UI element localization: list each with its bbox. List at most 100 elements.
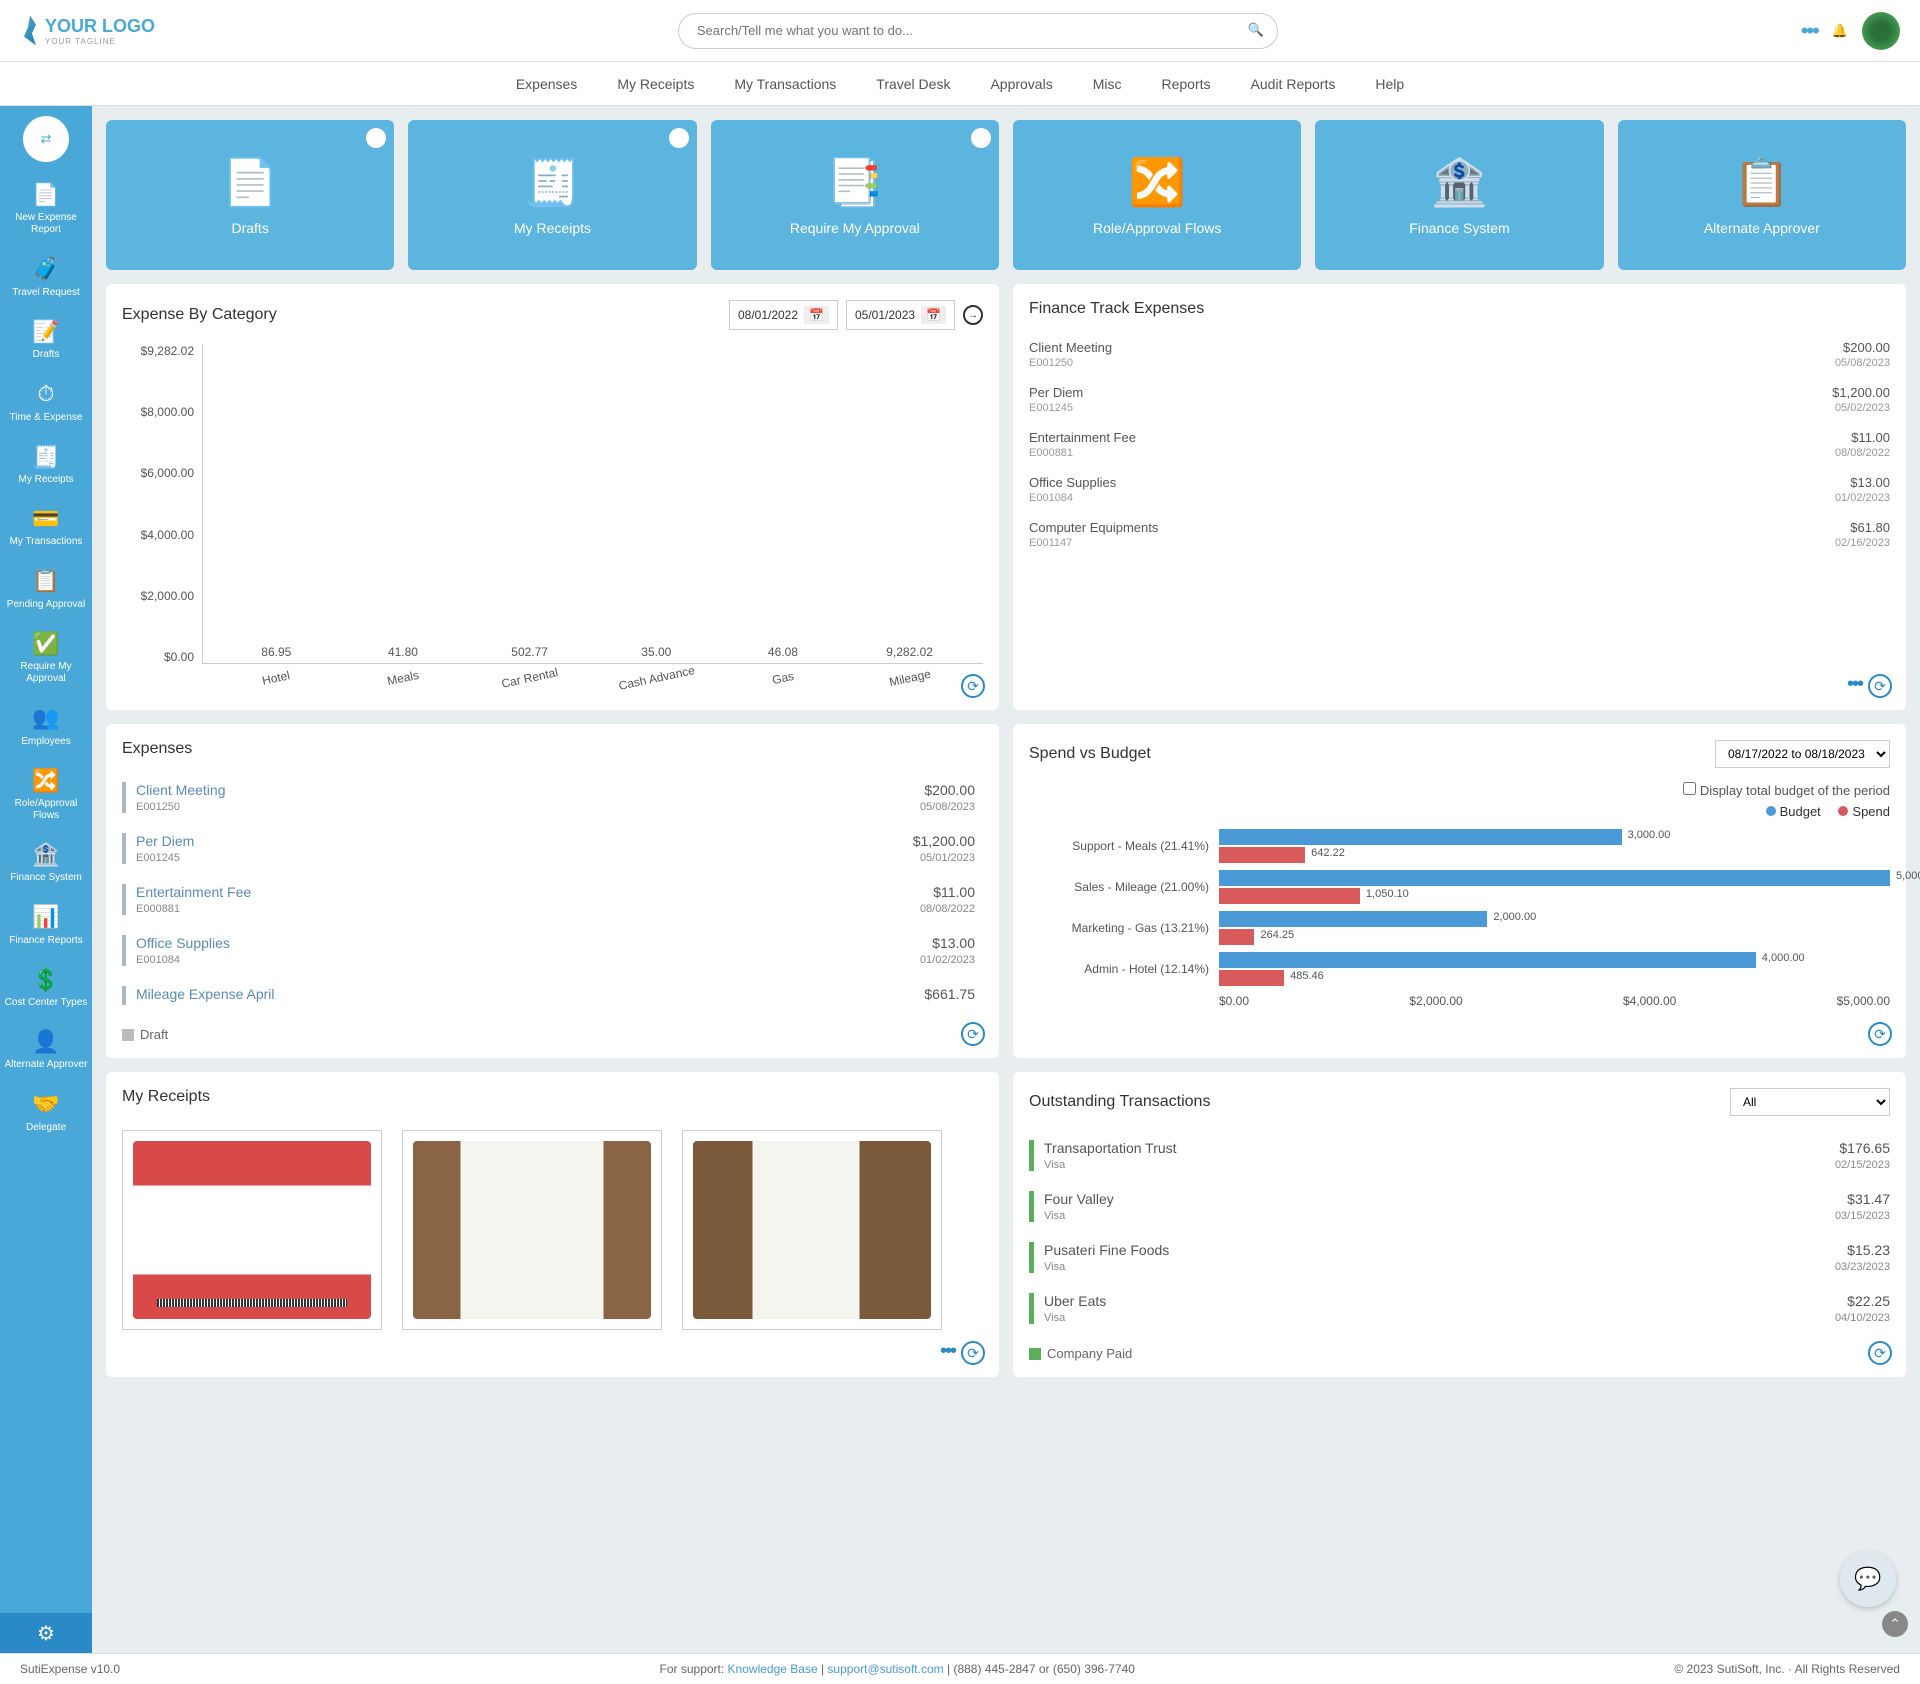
sidebar-item-travel-request[interactable]: 🧳Travel Request: [0, 246, 92, 308]
list-item[interactable]: Office SuppliesE001084$13.0001/02/2023: [122, 925, 975, 976]
sidebar-item-new-expense-report[interactable]: 📄New Expense Report: [0, 172, 92, 246]
refresh-icon[interactable]: ⟳: [961, 1022, 985, 1046]
scroll-top-icon[interactable]: ⌃: [1882, 1611, 1908, 1637]
chat-fab-icon[interactable]: 💬: [1840, 1551, 1896, 1607]
tile-label: Require My Approval: [790, 220, 920, 236]
nav-reports[interactable]: Reports: [1162, 76, 1211, 92]
sidebar-item-require-my-approval[interactable]: ✅Require My Approval: [0, 621, 92, 695]
hbar-budget[interactable]: [1219, 911, 1487, 927]
card-expense-by-category: Expense By Category 08/01/2022📅 05/01/20…: [106, 284, 999, 710]
sidebar-item-my-receipts[interactable]: 🧾My Receipts: [0, 434, 92, 496]
list-item[interactable]: Transaportation TrustVisa$176.6502/15/20…: [1029, 1130, 1890, 1181]
list-item[interactable]: Per DiemE001245$1,200.0005/02/2023: [1029, 377, 1890, 422]
period-select[interactable]: 08/17/2022 to 08/18/2023: [1715, 740, 1890, 768]
list-item[interactable]: Entertainment FeeE000881$11.0008/08/2022: [1029, 422, 1890, 467]
hbar-budget[interactable]: [1219, 952, 1756, 968]
hbar-spend[interactable]: [1219, 847, 1305, 863]
hbar-category-label: Marketing - Gas (13.21%): [1029, 921, 1219, 935]
bell-icon[interactable]: 🔔: [1832, 23, 1848, 39]
receipt-thumbnail[interactable]: [122, 1130, 382, 1330]
legend-swatch: [122, 1029, 134, 1041]
receipt-thumbnail[interactable]: [682, 1130, 942, 1330]
sidebar-item-role-approval-flows[interactable]: 🔀Role/Approval Flows: [0, 758, 92, 832]
search-input[interactable]: [678, 13, 1278, 49]
tile-drafts[interactable]: 📄Drafts: [106, 120, 394, 270]
tile-alternate-approver[interactable]: 📋Alternate Approver: [1618, 120, 1906, 270]
more-icon[interactable]: •••: [940, 1340, 955, 1363]
item-code: E001250: [136, 801, 226, 813]
list-item[interactable]: Mileage Expense April$661.75: [122, 976, 975, 1015]
nav-expenses[interactable]: Expenses: [516, 76, 577, 92]
list-item[interactable]: Per DiemE001245$1,200.0005/01/2023: [122, 823, 975, 874]
tile-label: Alternate Approver: [1704, 220, 1820, 236]
more-icon[interactable]: •••: [1847, 673, 1862, 696]
refresh-icon[interactable]: ⟳: [1868, 1341, 1892, 1365]
hbar-spend[interactable]: [1219, 888, 1360, 904]
nav-audit-reports[interactable]: Audit Reports: [1251, 76, 1336, 92]
item-name: Per Diem: [136, 833, 194, 849]
settings-gear-icon[interactable]: ⚙: [0, 1613, 92, 1653]
search-icon[interactable]: 🔍: [1248, 22, 1264, 38]
list-item[interactable]: Uber EatsVisa$22.2504/10/2023: [1029, 1283, 1890, 1334]
sidebar-item-drafts[interactable]: 📝 Drafts: [0, 309, 92, 371]
nav-misc[interactable]: Misc: [1093, 76, 1122, 92]
hbar-spend[interactable]: [1219, 970, 1284, 986]
list-item[interactable]: Client MeetingE001250$200.0005/08/2023: [122, 772, 975, 823]
nav-travel-desk[interactable]: Travel Desk: [876, 76, 950, 92]
outstanding-filter-select[interactable]: All: [1730, 1088, 1890, 1116]
nav-my-transactions[interactable]: My Transactions: [734, 76, 836, 92]
tile-role-approval-flows[interactable]: 🔀Role/Approval Flows: [1013, 120, 1301, 270]
refresh-icon[interactable]: ⟳: [1868, 1022, 1892, 1046]
date-to-input[interactable]: 05/01/2023📅: [846, 300, 955, 330]
list-item[interactable]: Entertainment FeeE000881$11.0008/08/2022: [122, 874, 975, 925]
tile-icon: 🏦: [1431, 155, 1488, 210]
refresh-icon[interactable]: ⟳: [961, 1341, 985, 1365]
sidebar-item-pending-approval[interactable]: 📋Pending Approval: [0, 558, 92, 620]
finance-reports-icon: 📊: [4, 904, 88, 930]
sidebar-item-time-expense[interactable]: ⏱Time & Expense: [0, 371, 92, 433]
sidebar-logo-icon[interactable]: ⇄: [23, 116, 69, 162]
tile-my-receipts[interactable]: 🧾My Receipts: [408, 120, 696, 270]
tile-require-my-approval[interactable]: 📑Require My Approval: [711, 120, 999, 270]
more-icon[interactable]: •••: [1801, 18, 1818, 44]
card-finance-track: Finance Track Expenses Client MeetingE00…: [1013, 284, 1906, 710]
hbar-budget[interactable]: [1219, 829, 1622, 845]
sidebar-item-delegate[interactable]: 🤝Delegate: [0, 1081, 92, 1143]
sidebar-item-employees[interactable]: 👥Employees: [0, 695, 92, 757]
list-item[interactable]: Four ValleyVisa$31.4703/15/2023: [1029, 1181, 1890, 1232]
avatar[interactable]: [1862, 12, 1900, 50]
list-item[interactable]: Client MeetingE001250$200.0005/08/2023: [1029, 332, 1890, 377]
nav-my-receipts[interactable]: My Receipts: [617, 76, 694, 92]
nav-help[interactable]: Help: [1375, 76, 1404, 92]
sidebar-item-alternate-approver[interactable]: 👤Alternate Approver: [0, 1019, 92, 1081]
hbar-budget[interactable]: [1219, 870, 1890, 886]
refresh-icon[interactable]: ⟳: [961, 674, 985, 698]
drafts-icon: 📝: [4, 319, 88, 345]
date-from-input[interactable]: 08/01/2022📅: [729, 300, 838, 330]
sidebar-item-my-transactions[interactable]: 💳My Transactions: [0, 496, 92, 558]
total-budget-checkbox[interactable]: [1683, 782, 1696, 795]
support-email-link[interactable]: support@sutisoft.com: [827, 1662, 943, 1676]
logo-icon: [20, 16, 40, 46]
nav-approvals[interactable]: Approvals: [990, 76, 1052, 92]
list-item[interactable]: Office SuppliesE001084$13.0001/02/2023: [1029, 467, 1890, 512]
sidebar-item-finance-reports[interactable]: 📊 Finance Reports: [0, 894, 92, 956]
tile-icon: 🔀: [1129, 155, 1186, 210]
tile-icon: 📄: [222, 155, 279, 210]
tile-finance-system[interactable]: 🏦 Finance System: [1315, 120, 1603, 270]
list-item[interactable]: Computer EquipmentsE001147$61.8002/16/20…: [1029, 512, 1890, 557]
sidebar-item-cost-center-types[interactable]: 💲Cost Center Types: [0, 957, 92, 1019]
sidebar-item-label: Drafts: [33, 349, 60, 360]
refresh-icon[interactable]: ⟳: [1868, 674, 1892, 698]
go-arrow-icon[interactable]: →: [963, 305, 983, 325]
list-item[interactable]: Pusateri Fine FoodsVisa$15.2303/23/2023: [1029, 1232, 1890, 1283]
tile-badge: [669, 128, 689, 148]
sidebar-item-finance-system[interactable]: 🏦Finance System: [0, 832, 92, 894]
logo[interactable]: YOUR LOGO YOUR TAGLINE: [20, 16, 155, 46]
receipt-thumbnail[interactable]: [402, 1130, 662, 1330]
item-name: Client Meeting: [136, 782, 226, 798]
knowledge-base-link[interactable]: Knowledge Base: [728, 1662, 818, 1676]
hbar-spend[interactable]: [1219, 929, 1254, 945]
tile-label: Finance System: [1409, 220, 1509, 236]
sidebar-item-label: Finance Reports: [9, 935, 82, 946]
